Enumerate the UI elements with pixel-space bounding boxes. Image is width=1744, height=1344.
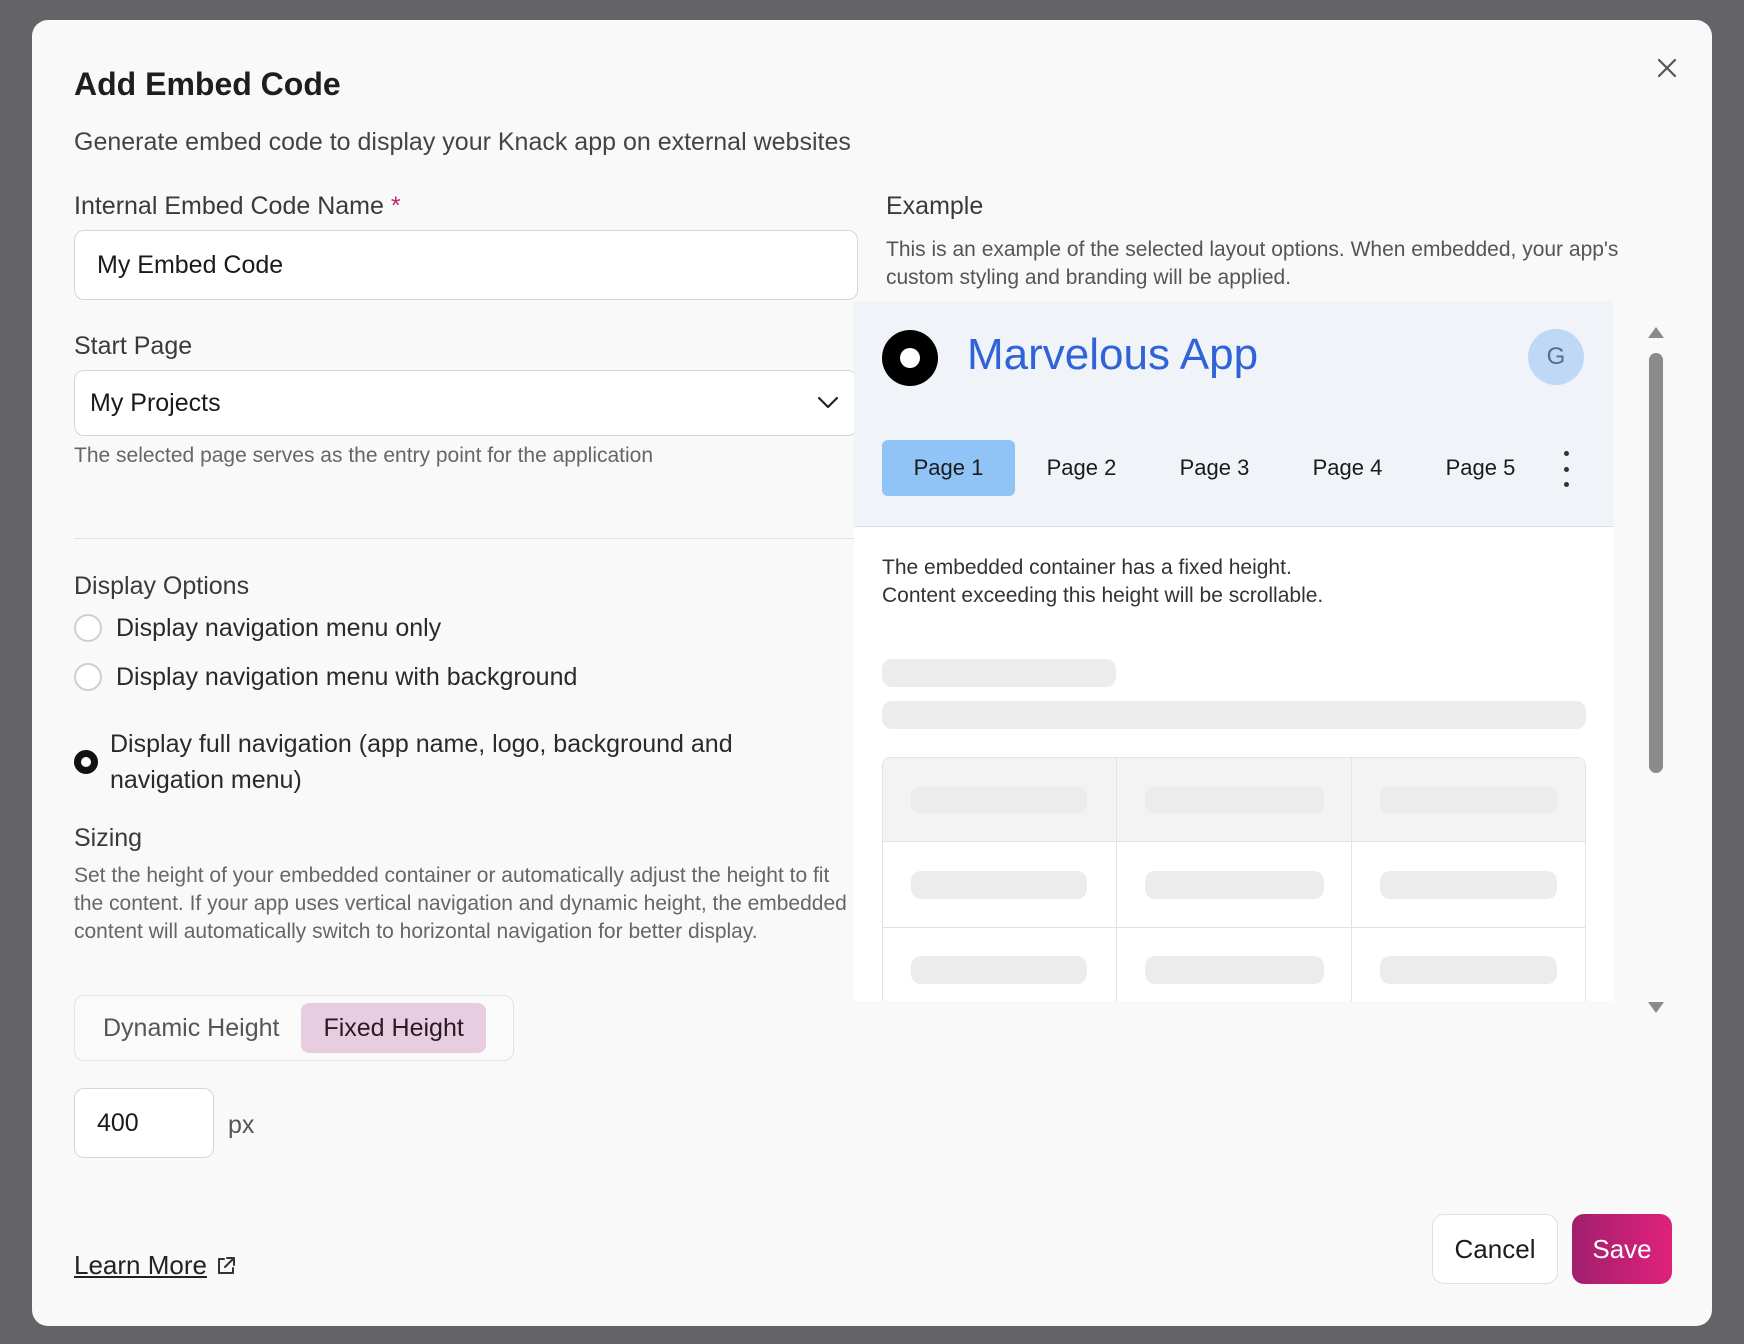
height-unit: px bbox=[228, 1111, 255, 1139]
preview-tab-page-5: Page 5 bbox=[1445, 455, 1516, 480]
skeleton-cell bbox=[911, 956, 1087, 984]
learn-more-link[interactable]: Learn More bbox=[74, 1250, 237, 1281]
start-page-hint: The selected page serves as the entry po… bbox=[74, 444, 654, 467]
skeleton-cell bbox=[1380, 871, 1557, 899]
more-vertical-icon bbox=[1560, 451, 1572, 487]
external-link-icon bbox=[217, 1256, 235, 1274]
skeleton-line bbox=[882, 701, 1586, 729]
start-page-value: My Projects bbox=[90, 388, 221, 417]
radio-option-full-navigation[interactable]: Display full navigation (app name, logo,… bbox=[74, 726, 790, 798]
skeleton-cell bbox=[1380, 956, 1557, 984]
app-logo-icon bbox=[882, 330, 938, 386]
preview-body-line-2: Content exceeding this height will be sc… bbox=[882, 584, 1324, 607]
example-preview: Marvelous App G Page 1 Page 2 Page 3 Pag… bbox=[854, 301, 1614, 1001]
embed-name-input[interactable] bbox=[74, 230, 858, 300]
skeleton-cell bbox=[1145, 786, 1324, 814]
preview-body-line-1: The embedded container has a fixed heigh… bbox=[882, 556, 1292, 579]
preview-tab-page-3: Page 3 bbox=[1179, 455, 1250, 480]
sizing-label: Sizing bbox=[74, 824, 143, 852]
radio-button[interactable] bbox=[74, 614, 102, 642]
chevron-down-icon bbox=[817, 396, 839, 409]
preview-body-text: The embedded container has a fixed heigh… bbox=[882, 554, 1323, 610]
modal-title: Add Embed Code bbox=[74, 66, 341, 102]
radio-label: Display full navigation (app name, logo,… bbox=[110, 730, 733, 794]
cancel-button[interactable]: Cancel bbox=[1432, 1214, 1558, 1284]
preview-header: Marvelous App G Page 1 Page 2 Page 3 Pag… bbox=[854, 301, 1614, 527]
skeleton-table bbox=[882, 757, 1586, 1001]
skeleton-cell bbox=[1145, 871, 1324, 899]
preview-scrollbar-thumb[interactable] bbox=[1649, 353, 1663, 773]
preview-tab-page-2: Page 2 bbox=[1046, 455, 1117, 480]
example-label: Example bbox=[886, 192, 984, 220]
skeleton-cell bbox=[911, 871, 1087, 899]
preview-tabs: Page 1 Page 2 Page 3 Page 4 Page 5 bbox=[882, 440, 1547, 496]
name-label-text: Internal Embed Code Name bbox=[74, 192, 384, 220]
required-mark: * bbox=[390, 192, 401, 220]
skeleton-cell bbox=[1380, 786, 1557, 814]
skeleton-cell bbox=[911, 786, 1087, 814]
preview-tab-page-1: Page 1 bbox=[882, 440, 1015, 496]
table-divider bbox=[1116, 758, 1117, 1001]
section-divider bbox=[74, 538, 858, 539]
fixed-height-button[interactable]: Fixed Height bbox=[301, 1003, 486, 1053]
display-options-label: Display Options bbox=[74, 572, 250, 600]
table-divider bbox=[883, 927, 1585, 928]
radio-button-selected[interactable] bbox=[74, 750, 98, 774]
radio-button[interactable] bbox=[74, 663, 102, 691]
name-label: Internal Embed Code Name * bbox=[74, 192, 401, 221]
height-mode-toggle: Dynamic Height Fixed Height bbox=[74, 995, 514, 1061]
radio-label: Display navigation menu only bbox=[116, 614, 442, 642]
scroll-up-arrow-icon[interactable] bbox=[1648, 327, 1664, 338]
radio-option-menu-background[interactable]: Display navigation menu with background bbox=[74, 659, 577, 695]
avatar: G bbox=[1528, 329, 1584, 385]
preview-tab-page-4: Page 4 bbox=[1312, 455, 1383, 480]
preview-app-name: Marvelous App bbox=[967, 330, 1259, 379]
dynamic-height-button[interactable]: Dynamic Height bbox=[81, 1003, 301, 1053]
example-description: This is an example of the selected layou… bbox=[886, 238, 1619, 289]
start-page-label: Start Page bbox=[74, 332, 193, 360]
learn-more-text: Learn More bbox=[74, 1250, 207, 1280]
save-button[interactable]: Save bbox=[1572, 1214, 1672, 1284]
radio-label: Display navigation menu with background bbox=[116, 663, 578, 691]
start-page-select[interactable]: My Projects bbox=[74, 370, 858, 436]
skeleton-line bbox=[882, 659, 1116, 687]
sizing-hint: Set the height of your embedded containe… bbox=[74, 864, 847, 943]
skeleton-cell bbox=[1145, 956, 1324, 984]
height-input[interactable] bbox=[74, 1088, 214, 1158]
scroll-down-arrow-icon[interactable] bbox=[1648, 1002, 1664, 1013]
radio-option-menu-only[interactable]: Display navigation menu only bbox=[74, 610, 441, 646]
modal-subtitle: Generate embed code to display your Knac… bbox=[74, 128, 851, 156]
close-icon[interactable] bbox=[1649, 50, 1685, 86]
table-divider bbox=[1351, 758, 1352, 1001]
